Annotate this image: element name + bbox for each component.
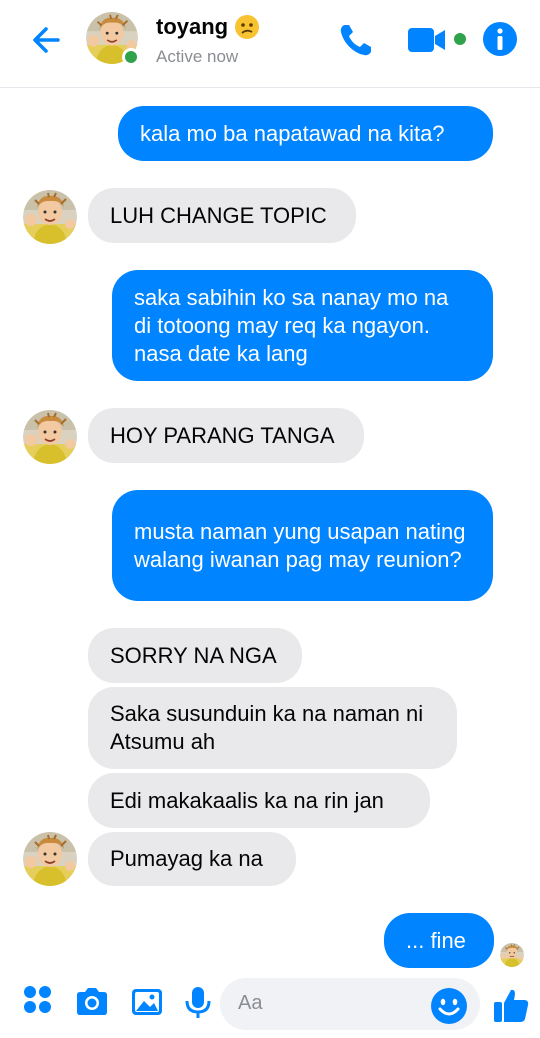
contact-avatar-small[interactable]: [23, 410, 77, 464]
incoming-message[interactable]: SORRY NA NGA: [88, 628, 302, 683]
phone-icon[interactable]: [336, 20, 376, 60]
contact-name[interactable]: toyang: [156, 14, 260, 40]
message-composer: Aa: [0, 970, 540, 1038]
outgoing-message[interactable]: kala mo ba napatawad na kita?: [118, 106, 493, 161]
incoming-message[interactable]: HOY PARANG TANGA: [88, 408, 364, 463]
back-arrow-icon[interactable]: [28, 22, 64, 58]
outgoing-message[interactable]: ... fine: [384, 913, 494, 968]
contact-name-text: toyang: [156, 14, 229, 39]
contact-avatar-small[interactable]: [23, 190, 77, 244]
incoming-message[interactable]: Saka susunduin ka na naman ni Atsumu ah: [88, 687, 457, 769]
outgoing-message[interactable]: musta naman yung usapan nating walang iw…: [112, 490, 493, 601]
chat-header: toyang Active now: [0, 0, 540, 88]
confused-face-icon: [234, 14, 260, 40]
message-input-placeholder: Aa: [238, 992, 263, 1014]
contact-avatar-small[interactable]: [23, 832, 77, 886]
active-status: Active now: [156, 47, 239, 66]
incoming-message[interactable]: Edi makakaalis ka na rin jan: [88, 773, 430, 828]
video-camera-icon[interactable]: [406, 24, 470, 56]
image-icon[interactable]: [129, 984, 165, 1020]
microphone-icon[interactable]: [180, 984, 216, 1020]
smiley-icon[interactable]: [430, 987, 468, 1025]
outgoing-message[interactable]: saka sabihin ko sa nanay mo na di totoon…: [112, 270, 493, 381]
incoming-message[interactable]: LUH CHANGE TOPIC: [88, 188, 356, 243]
seen-receipt-avatar: [500, 943, 524, 967]
info-icon[interactable]: [482, 21, 518, 57]
contact-avatar[interactable]: [86, 12, 140, 66]
camera-icon[interactable]: [74, 984, 110, 1020]
incoming-message[interactable]: Pumayag ka na: [88, 832, 296, 886]
four-dots-icon[interactable]: [22, 984, 58, 1020]
online-status-indicator: [122, 48, 140, 66]
thumbs-up-icon[interactable]: [492, 986, 530, 1024]
